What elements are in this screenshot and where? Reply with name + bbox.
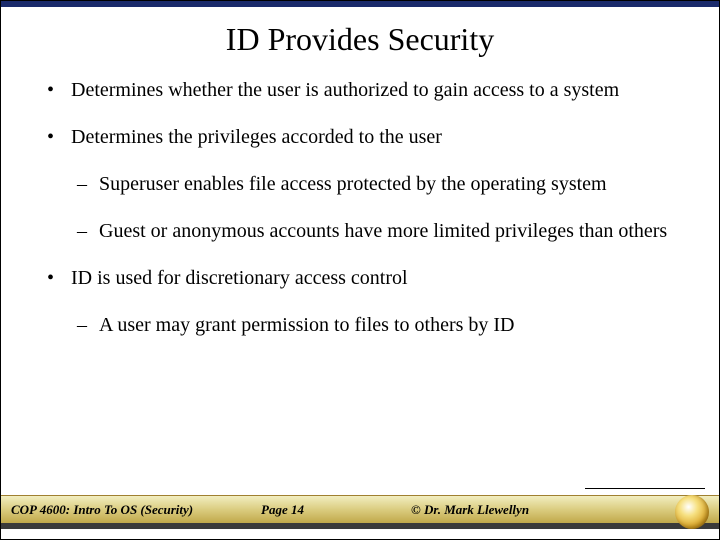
bullet-marker: [47, 266, 71, 291]
dash-marker: [77, 172, 99, 197]
footer-course: COP 4600: Intro To OS (Security): [1, 502, 261, 518]
bullet-marker: [47, 78, 71, 103]
bullet-marker: [47, 125, 71, 150]
bullet-text: Guest or anonymous accounts have more li…: [99, 219, 673, 244]
footer-bottom-bar: [1, 523, 719, 529]
slide-content: Determines whether the user is authorize…: [1, 78, 719, 338]
dash-marker: [77, 219, 99, 244]
bullet-item: Determines whether the user is authorize…: [47, 78, 673, 103]
bullet-text: Determines whether the user is authorize…: [71, 78, 673, 103]
sub-bullet-item: Guest or anonymous accounts have more li…: [77, 219, 673, 244]
ucf-logo-icon: [675, 495, 709, 529]
slide: ID Provides Security Determines whether …: [0, 0, 720, 540]
bullet-item: Determines the privileges accorded to th…: [47, 125, 673, 150]
footer-logo: [675, 495, 709, 529]
slide-footer: COP 4600: Intro To OS (Security) Page 14…: [1, 495, 719, 539]
slide-title: ID Provides Security: [1, 21, 719, 58]
bullet-text: ID is used for discretionary access cont…: [71, 266, 673, 291]
bullet-text: Determines the privileges accorded to th…: [71, 125, 673, 150]
sub-bullet-item: Superuser enables file access protected …: [77, 172, 673, 197]
footer-bar: COP 4600: Intro To OS (Security) Page 14…: [1, 495, 719, 523]
footer-copyright: © Dr. Mark Llewellyn: [411, 502, 719, 518]
footer-page: Page 14: [261, 502, 411, 518]
bullet-text: A user may grant permission to files to …: [99, 313, 673, 338]
sub-bullet-item: A user may grant permission to files to …: [77, 313, 673, 338]
footer-rule: [585, 488, 705, 489]
bullet-text: Superuser enables file access protected …: [99, 172, 673, 197]
bullet-item: ID is used for discretionary access cont…: [47, 266, 673, 291]
top-accent-bar: [1, 1, 719, 7]
dash-marker: [77, 313, 99, 338]
